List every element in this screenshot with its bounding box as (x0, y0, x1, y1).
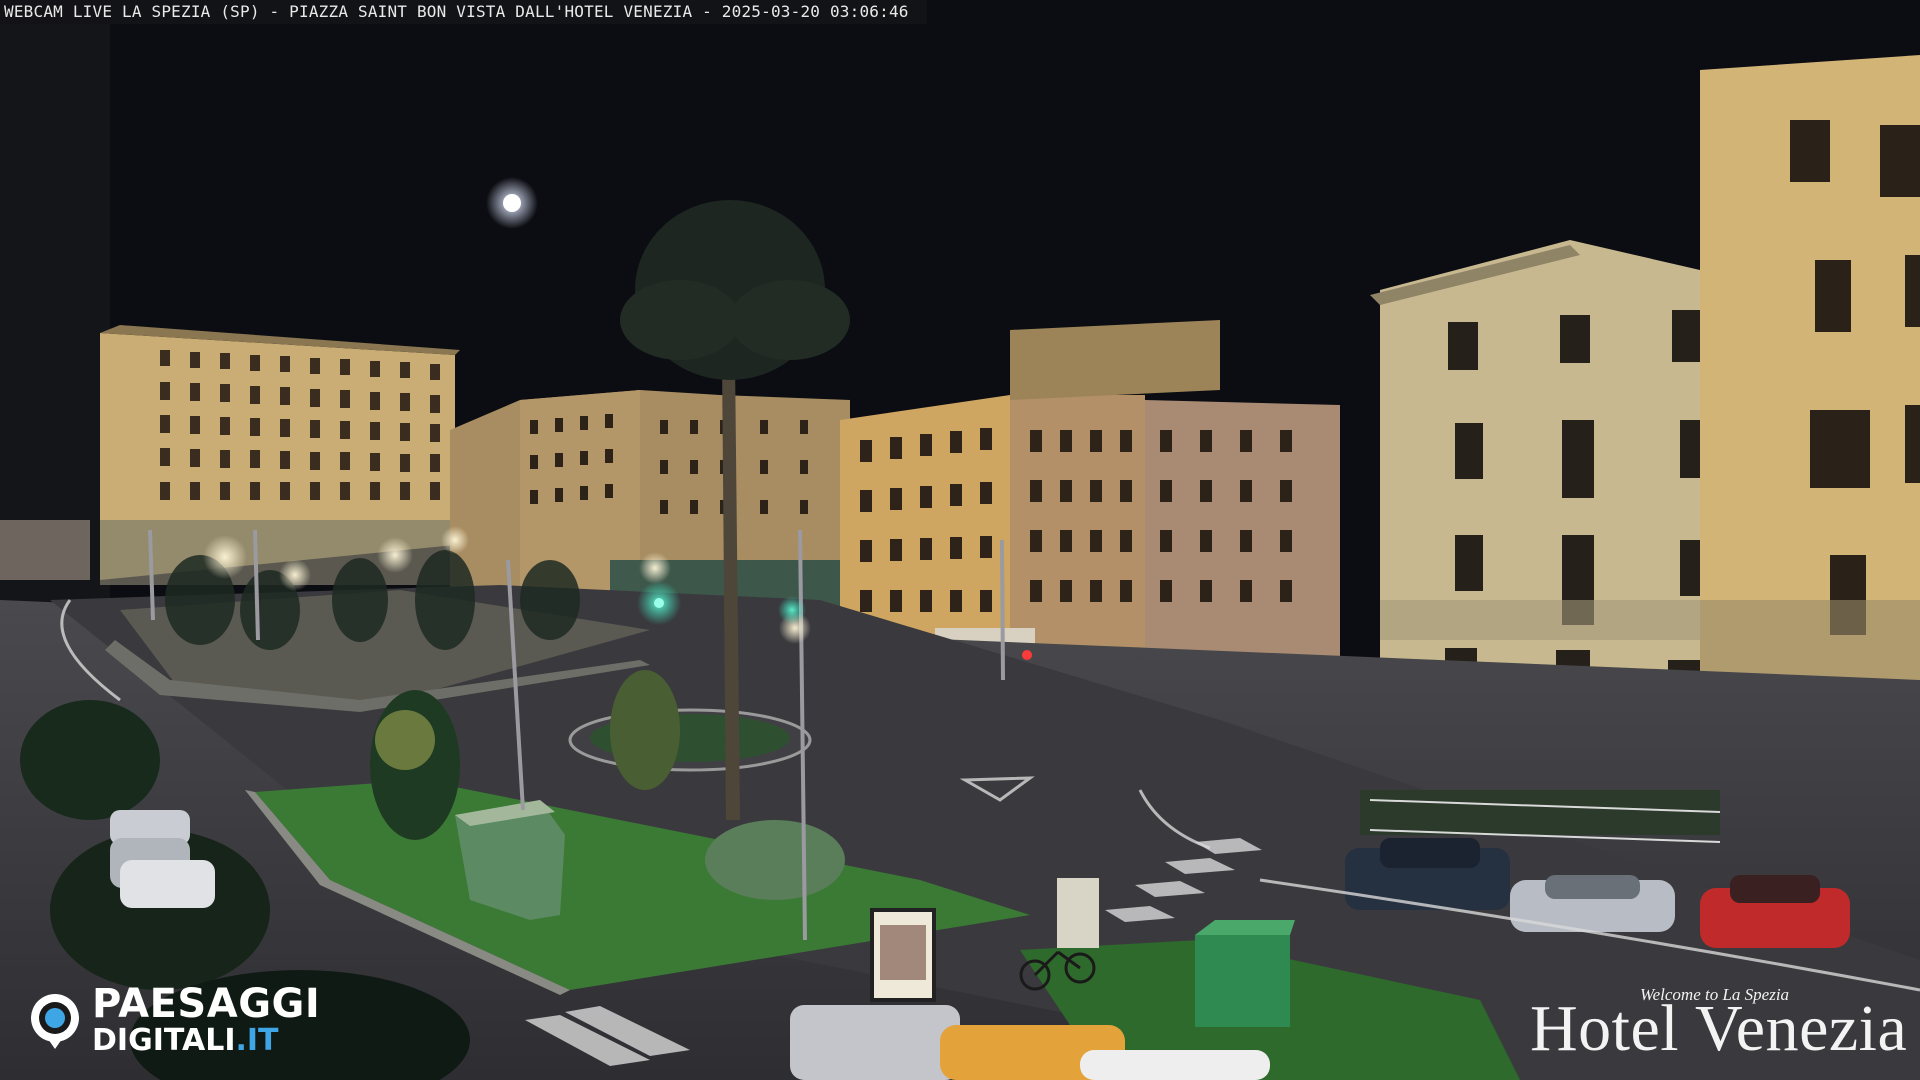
hedge (1360, 790, 1720, 835)
roundabout-island (568, 708, 812, 772)
moon-icon (486, 177, 538, 229)
webcam-frame: WEBCAM LIVE LA SPEZIA (SP) - PIAZZA SAIN… (0, 0, 1920, 1080)
logo-line-bottom-text: DIGITALI (92, 1023, 236, 1058)
hotel-venezia-logo: Welcome to La Spezia Hotel Venezia (1530, 985, 1907, 1065)
left-foreground-building (0, 0, 110, 700)
recycling-bin (1195, 920, 1295, 1027)
logo-line-bottom: DIGITALI.IT (92, 1026, 320, 1056)
camera-eye-icon (26, 991, 84, 1049)
logo-line-top: PAESAGGI (92, 981, 321, 1027)
webcam-caption: WEBCAM LIVE LA SPEZIA (SP) - PIAZZA SAIN… (0, 0, 927, 24)
paesaggi-digitali-logo: PAESAGGI DIGITALI.IT (26, 984, 320, 1056)
hotel-name: Hotel Venezia (1530, 992, 1908, 1065)
logo-wordmark: PAESAGGI DIGITALI.IT (92, 984, 320, 1056)
night-scene (0, 0, 1920, 1080)
logo-suffix: .IT (235, 1023, 279, 1058)
